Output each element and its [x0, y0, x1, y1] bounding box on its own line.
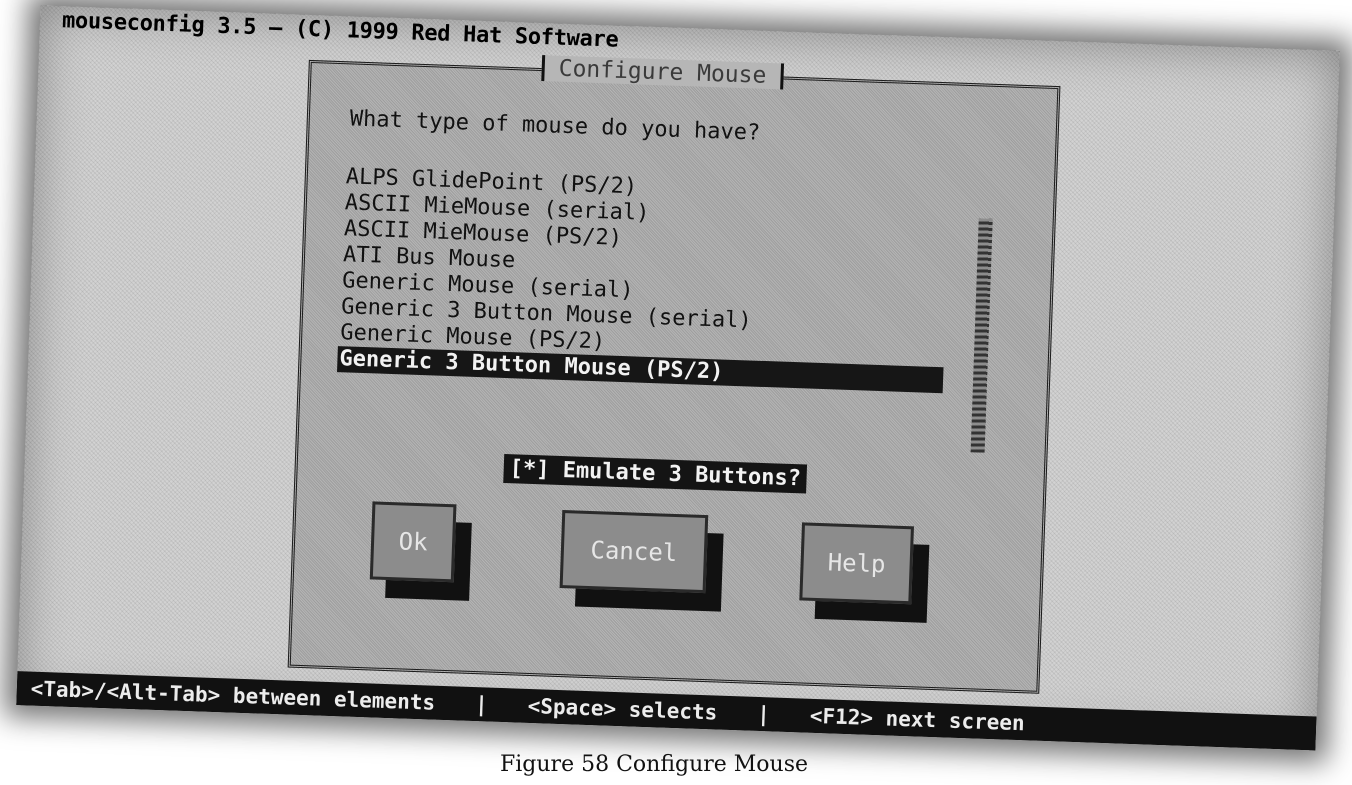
hint-separator: | [756, 701, 771, 727]
hint-tab: <Tab>/<Alt-Tab> between elements [30, 676, 436, 715]
configure-mouse-dialog: Configure Mouse What type of mouse do yo… [287, 55, 1061, 694]
mouse-type-list[interactable]: ALPS GlidePoint (PS/2) ASCII MieMouse (s… [336, 164, 964, 394]
app-title: mouseconfig 3.5 — (C) 1999 Red Hat Softw… [61, 8, 619, 53]
help-button[interactable]: Help [799, 522, 914, 605]
emulate-3-buttons-checkbox[interactable]: [*] Emulate 3 Buttons? [503, 453, 808, 494]
photo-stage: mouseconfig 3.5 — (C) 1999 Red Hat Softw… [0, 0, 1352, 785]
ok-button[interactable]: Ok [369, 501, 457, 583]
key-hint-bar: <Tab>/<Alt-Tab> between elements | <Spac… [16, 671, 1317, 751]
list-scrollbar[interactable] [970, 218, 993, 453]
cancel-button[interactable]: Cancel [559, 510, 709, 594]
hint-space: <Space> selects [527, 693, 718, 725]
mouse-type-prompt: What type of mouse do you have? [349, 106, 761, 146]
terminal-screen: mouseconfig 3.5 — (C) 1999 Red Hat Softw… [16, 5, 1340, 751]
hint-separator: | [474, 692, 489, 717]
hint-f12: <F12> next screen [809, 703, 1026, 736]
dialog-title: Configure Mouse [541, 55, 784, 90]
figure-caption: Figure 58 Configure Mouse [500, 752, 809, 777]
